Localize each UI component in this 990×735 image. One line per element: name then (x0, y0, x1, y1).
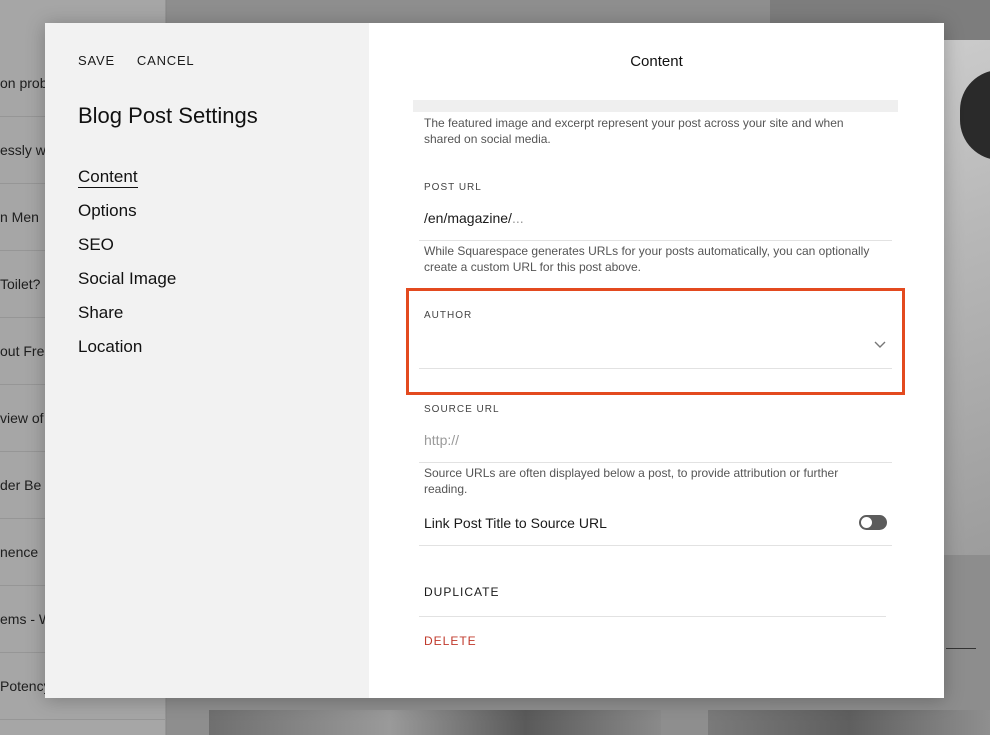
nav-item-share[interactable]: Share (78, 302, 176, 336)
link-post-title-toggle[interactable] (859, 515, 887, 530)
settings-title: Blog Post Settings (78, 103, 258, 128)
post-url-label: POST URL (424, 182, 482, 193)
divider (419, 616, 886, 617)
settings-sidebar: SAVE CANCEL Blog Post Settings Content O… (45, 23, 369, 698)
nav-item-content[interactable]: Content (78, 166, 176, 200)
post-url-field[interactable]: /en/magazine/... (424, 210, 524, 226)
save-button[interactable]: SAVE (78, 53, 115, 68)
duplicate-button[interactable]: DUPLICATE (424, 585, 499, 599)
nav-item-location[interactable]: Location (78, 336, 176, 370)
divider (419, 240, 892, 241)
cancel-button[interactable]: CANCEL (137, 53, 195, 68)
featured-image-strip[interactable] (413, 100, 898, 112)
panel-title: Content (630, 53, 683, 70)
source-url-placeholder: http:// (424, 432, 460, 448)
delete-button[interactable]: DELETE (424, 634, 477, 648)
divider (419, 368, 892, 369)
divider (419, 545, 892, 546)
blog-post-settings-modal: SAVE CANCEL Blog Post Settings Content O… (45, 23, 944, 698)
nav-item-social-image[interactable]: Social Image (78, 268, 176, 302)
source-url-help-text: Source URLs are often displayed below a … (424, 466, 839, 496)
chevron-down-icon[interactable] (873, 339, 887, 349)
nav-item-options[interactable]: Options (78, 200, 176, 234)
settings-content-panel: Content The featured image and excerpt r… (369, 23, 944, 698)
author-select[interactable] (424, 339, 864, 359)
background-thumbnail (708, 710, 990, 735)
modal-actions: SAVE CANCEL (78, 53, 194, 68)
toggle-knob (861, 517, 872, 528)
featured-help-text: The featured image and excerpt represent… (424, 116, 844, 146)
divider (419, 462, 892, 463)
background-divider (946, 648, 976, 649)
link-post-title-label: Link Post Title to Source URL (424, 515, 607, 531)
source-url-input[interactable]: http:// (424, 432, 459, 448)
post-url-ellipsis: ... (511, 210, 524, 226)
post-url-help-text: While Squarespace generates URLs for you… (424, 244, 870, 274)
post-url-value: /en/magazine/ (424, 210, 512, 226)
source-url-label: SOURCE URL (424, 404, 500, 415)
background-thumbnail (209, 710, 661, 735)
settings-nav: Content Options SEO Social Image Share L… (78, 166, 176, 370)
nav-item-seo[interactable]: SEO (78, 234, 176, 268)
author-label: AUTHOR (424, 310, 473, 321)
